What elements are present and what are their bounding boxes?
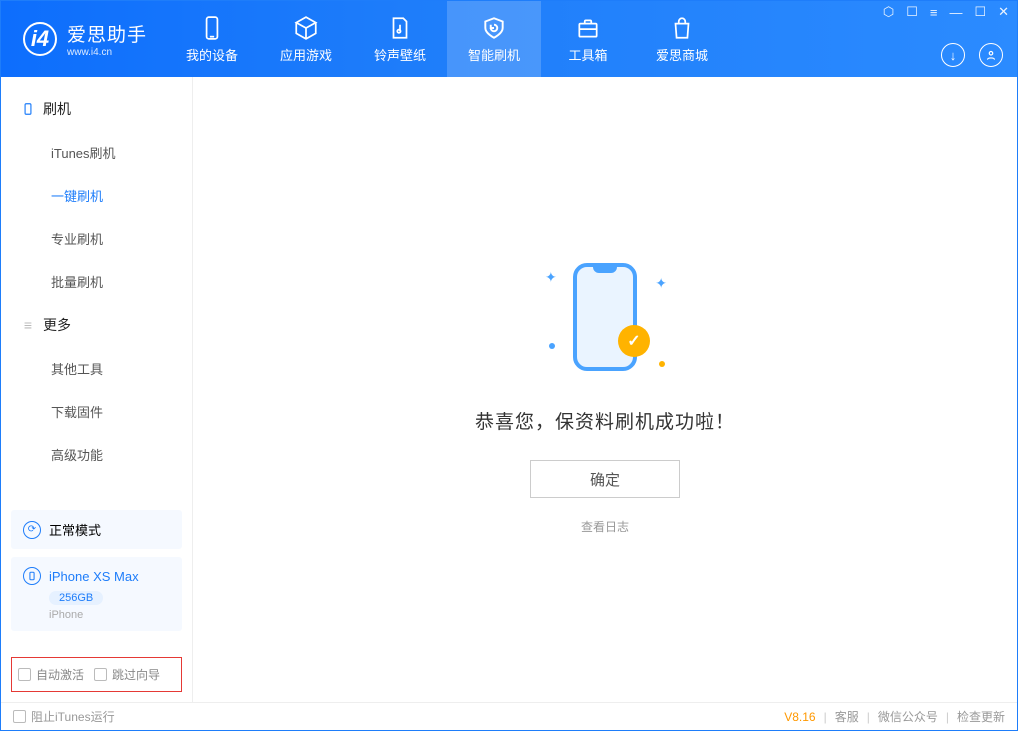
device-type: iPhone <box>49 609 170 621</box>
device-storage: 256GB <box>49 591 103 605</box>
close-button[interactable]: ✕ <box>998 4 1009 20</box>
cube-icon <box>293 15 319 41</box>
sidebar-item-pro-flash[interactable]: 专业刷机 <box>1 217 192 260</box>
app-logo: i4 爱思助手 www.i4.cn <box>1 1 165 77</box>
user-icon[interactable] <box>979 43 1003 67</box>
sidebar-item-advanced[interactable]: 高级功能 <box>1 433 192 476</box>
header-actions: ↓ <box>941 43 1003 67</box>
main-content: ✦ ✦ ✓ 恭喜您，保资料刷机成功啦！ 确定 查看日志 <box>193 77 1017 702</box>
tab-my-device[interactable]: 我的设备 <box>165 1 259 77</box>
checkbox-icon <box>13 710 26 723</box>
device-mode-card[interactable]: ⟳ 正常模式 <box>11 510 182 549</box>
separator: | <box>824 710 827 724</box>
check-update-link[interactable]: 检查更新 <box>957 708 1005 725</box>
feedback-icon[interactable]: ☐ <box>906 4 918 20</box>
sidebar-item-download-firmware[interactable]: 下载固件 <box>1 390 192 433</box>
success-message: 恭喜您，保资料刷机成功啦！ <box>475 407 735 434</box>
sparkle-icon: ✦ <box>655 275 667 292</box>
toolbox-icon <box>575 15 601 41</box>
dot-icon <box>549 343 555 349</box>
menu-icon[interactable]: ≡ <box>930 5 938 20</box>
separator: | <box>867 710 870 724</box>
sidebar-item-batch-flash[interactable]: 批量刷机 <box>1 260 192 303</box>
sidebar-group-more[interactable]: ≡ 更多 <box>1 303 192 347</box>
options-box: 自动激活 跳过向导 <box>11 657 182 692</box>
device-card[interactable]: iPhone XS Max 256GB iPhone <box>11 557 182 631</box>
logo-icon: i4 <box>23 22 57 56</box>
support-link[interactable]: 客服 <box>835 708 859 725</box>
checkbox-block-itunes[interactable]: 阻止iTunes运行 <box>13 708 115 725</box>
tab-store[interactable]: 爱思商城 <box>635 1 729 77</box>
mode-label: 正常模式 <box>49 520 101 539</box>
tab-apps-games[interactable]: 应用游戏 <box>259 1 353 77</box>
window-controls: ⬡ ☐ ≡ — ☐ ✕ <box>883 4 1009 20</box>
tab-ringtones-wallpapers[interactable]: 铃声壁纸 <box>353 1 447 77</box>
sidebar-group-flash[interactable]: 刷机 <box>1 87 192 131</box>
minimize-button[interactable]: — <box>949 5 962 20</box>
sidebar: 刷机 iTunes刷机 一键刷机 专业刷机 批量刷机 ≡ 更多 其他工具 下载固… <box>1 77 193 702</box>
tab-label: 我的设备 <box>186 45 238 64</box>
sidebar-item-itunes-flash[interactable]: iTunes刷机 <box>1 131 192 174</box>
tab-toolbox[interactable]: 工具箱 <box>541 1 635 77</box>
group-title: 更多 <box>43 315 71 335</box>
tab-label: 应用游戏 <box>280 45 332 64</box>
wechat-link[interactable]: 微信公众号 <box>878 708 938 725</box>
app-site: www.i4.cn <box>67 47 147 58</box>
tab-label: 工具箱 <box>569 45 608 64</box>
sidebar-item-other-tools[interactable]: 其他工具 <box>1 347 192 390</box>
checkbox-skip-guide[interactable]: 跳过向导 <box>94 666 160 683</box>
download-icon[interactable]: ↓ <box>941 43 965 67</box>
tab-label: 智能刷机 <box>468 45 520 64</box>
success-illustration: ✦ ✦ ✓ <box>515 247 695 387</box>
view-log-link[interactable]: 查看日志 <box>581 518 629 535</box>
mode-icon: ⟳ <box>23 521 41 539</box>
version-label: V8.16 <box>784 710 815 724</box>
list-icon: ≡ <box>21 318 35 332</box>
title-bar: i4 爱思助手 www.i4.cn 我的设备 应用游戏 铃声壁纸 智能刷机 工具… <box>1 1 1017 77</box>
status-bar: 阻止iTunes运行 V8.16 | 客服 | 微信公众号 | 检查更新 <box>1 702 1017 730</box>
checkbox-label: 自动激活 <box>36 666 84 683</box>
shopping-bag-icon <box>669 15 695 41</box>
checkbox-auto-activate[interactable]: 自动激活 <box>18 666 84 683</box>
music-file-icon <box>387 15 413 41</box>
device-name: iPhone XS Max <box>49 569 139 584</box>
sidebar-item-oneclick-flash[interactable]: 一键刷机 <box>1 174 192 217</box>
group-title: 刷机 <box>43 99 71 119</box>
shirt-icon[interactable]: ⬡ <box>883 4 894 20</box>
sparkle-icon: ✦ <box>545 269 557 286</box>
checkbox-label: 跳过向导 <box>112 666 160 683</box>
phone-small-icon <box>21 102 35 116</box>
device-icon-small <box>23 567 41 585</box>
refresh-shield-icon <box>481 15 507 41</box>
maximize-button[interactable]: ☐ <box>974 4 986 20</box>
checkbox-icon <box>94 668 107 681</box>
tab-smart-flash[interactable]: 智能刷机 <box>447 1 541 77</box>
device-icon <box>199 15 225 41</box>
app-name: 爱思助手 <box>67 20 147 47</box>
main-tabs: 我的设备 应用游戏 铃声壁纸 智能刷机 工具箱 爱思商城 <box>165 1 729 77</box>
dot-icon <box>659 361 665 367</box>
ok-button[interactable]: 确定 <box>530 460 680 498</box>
checkbox-label: 阻止iTunes运行 <box>31 708 115 725</box>
tab-label: 铃声壁纸 <box>374 45 426 64</box>
separator: | <box>946 710 949 724</box>
check-badge-icon: ✓ <box>618 325 650 357</box>
tab-label: 爱思商城 <box>656 45 708 64</box>
checkbox-icon <box>18 668 31 681</box>
